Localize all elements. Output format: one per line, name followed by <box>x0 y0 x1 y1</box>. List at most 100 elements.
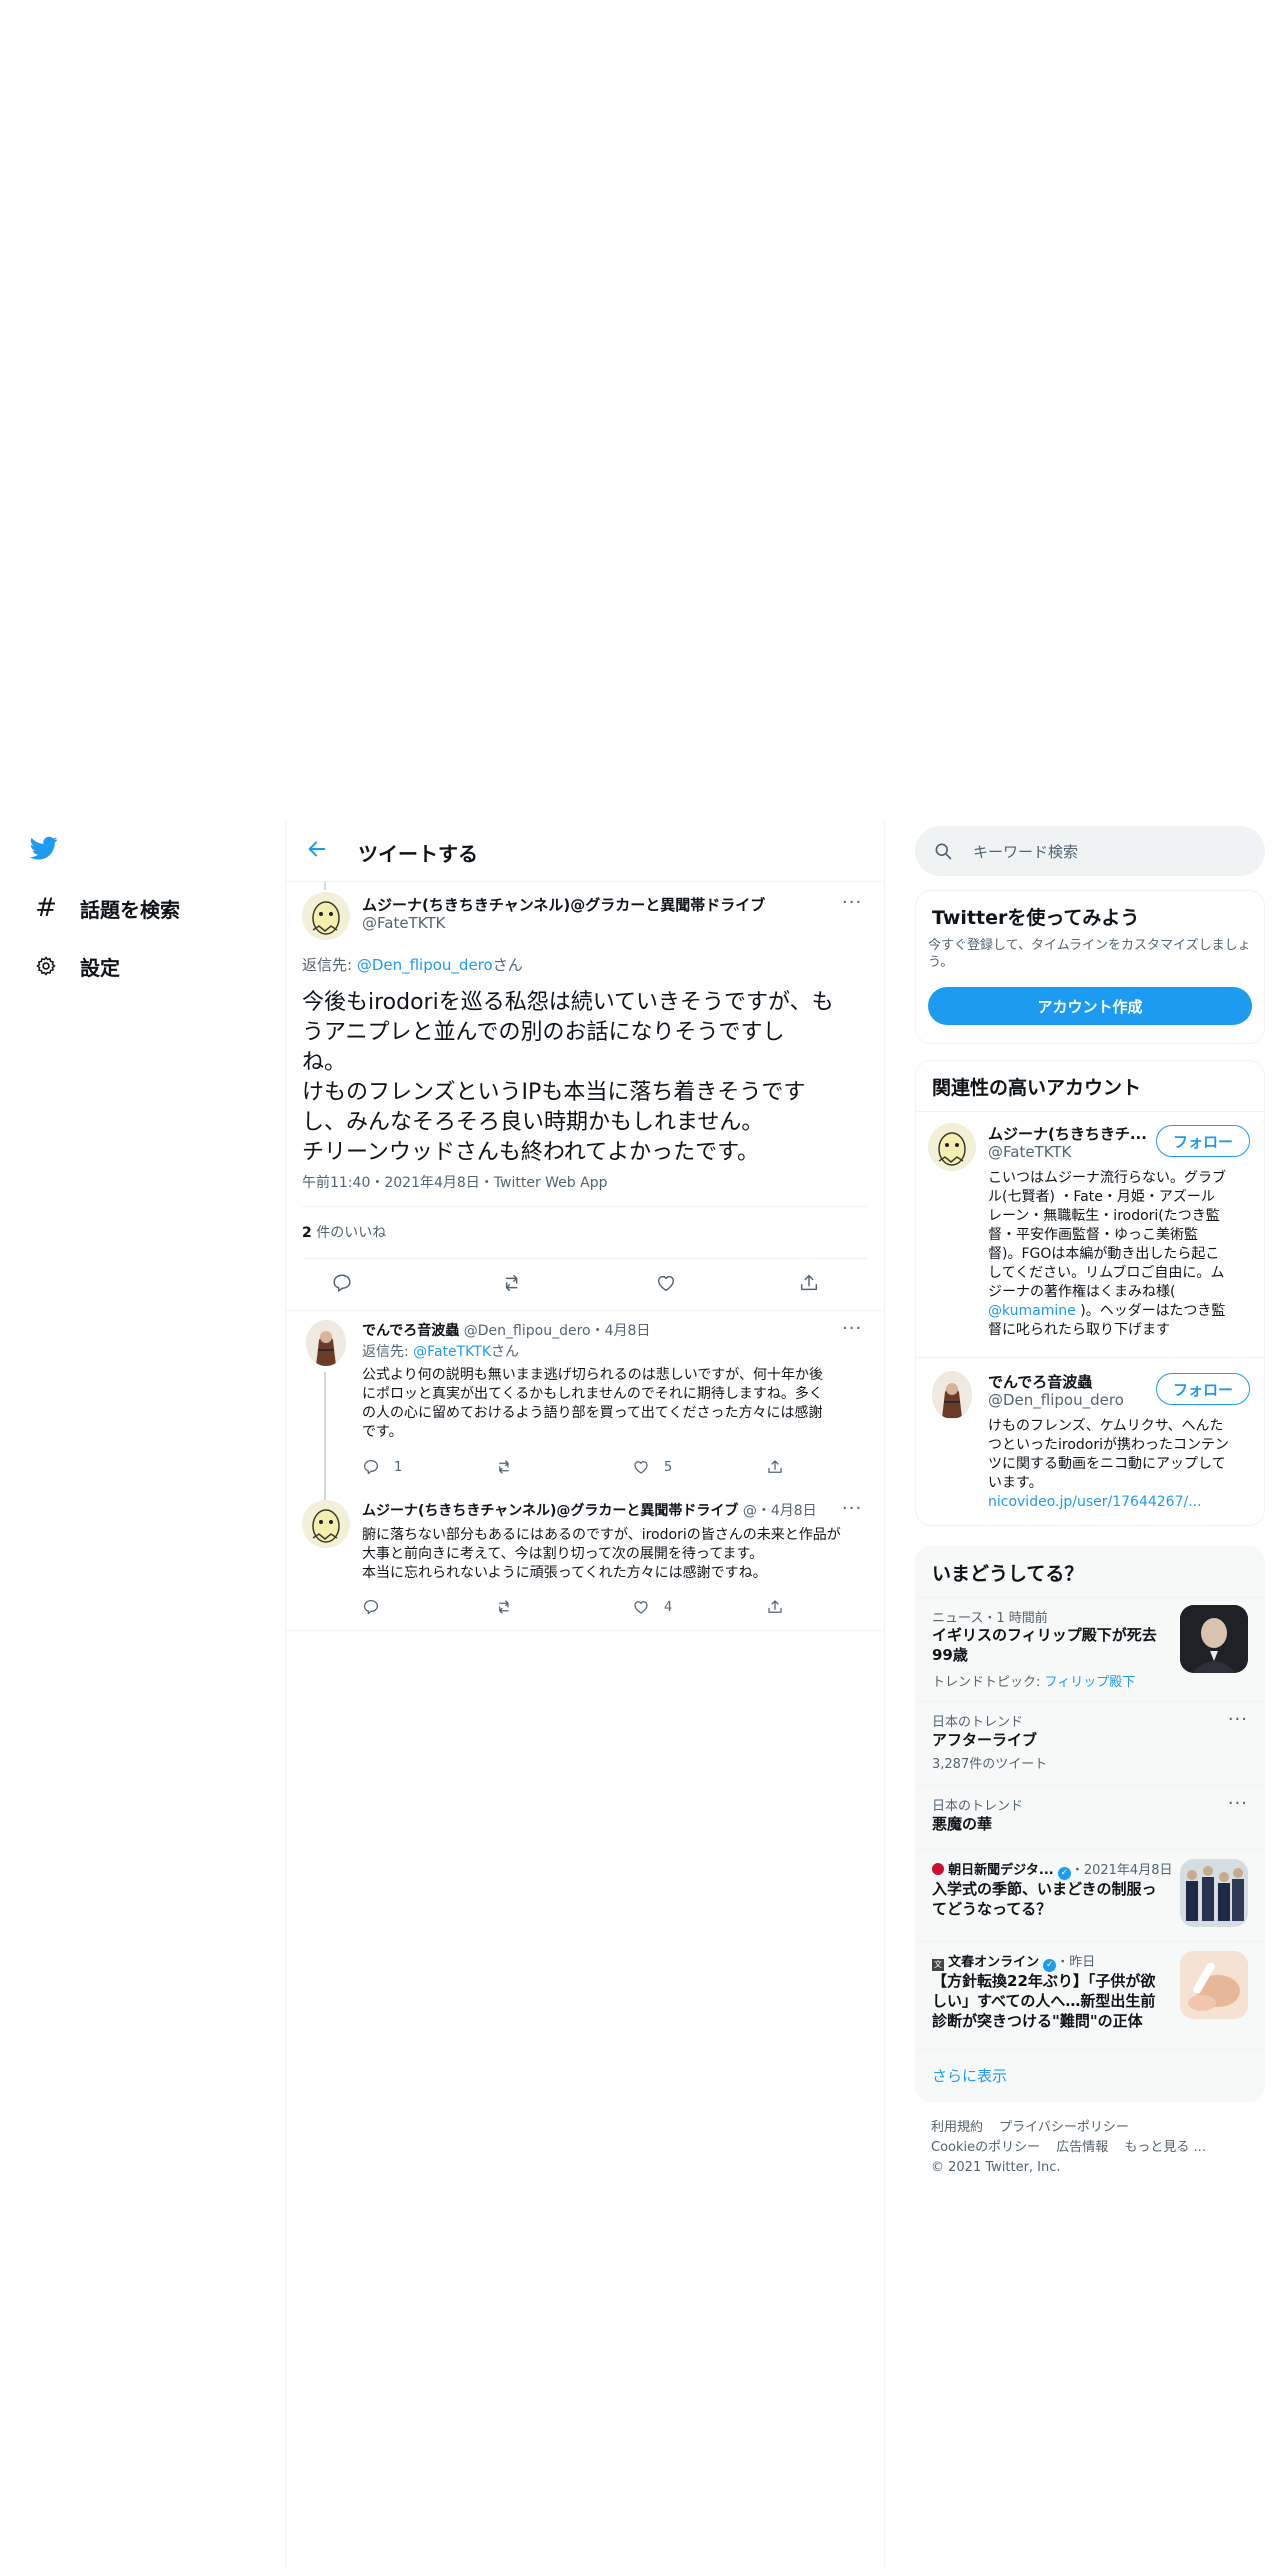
footer-link-more[interactable]: もっと見る ... <box>1124 2140 1206 2155</box>
search-input[interactable]: キーワード検索 <box>915 826 1265 876</box>
trend-item[interactable]: 朝日新聞デジタ... ✓ ・2021年4月8日 入学式の季節、いまどきの制服っ て… <box>916 1849 1264 1941</box>
reply-author-name[interactable]: ムジーナ(ちきちきチャンネル)@グラカーと異聞帯ドライブ <box>362 1503 738 1519</box>
retweet-icon <box>505 1274 518 1292</box>
divider <box>302 1206 868 1207</box>
like-count: 5 <box>664 1459 673 1475</box>
trend-item[interactable]: 日本のトレンド 悪魔の華 ··· <box>916 1785 1264 1849</box>
reply-to-link[interactable]: @FateTKTK <box>413 1344 491 1360</box>
account-name[interactable]: でんでろ音波蟲 <box>988 1371 1092 1392</box>
reply-to-line: 返信先: @Den_flipou_deroさん <box>302 954 523 975</box>
account-handle[interactable]: @FateTKTK <box>988 1143 1071 1161</box>
more-options-icon[interactable]: ··· <box>842 1498 862 1519</box>
gear-icon <box>34 954 58 978</box>
reply-author-name[interactable]: でんでろ音波蟲 <box>362 1323 459 1339</box>
signup-card: Twitterを使ってみよう 今すぐ登録して、タイムラインをカスタマイズしましょ… <box>915 890 1265 1044</box>
show-more-row[interactable]: さらに表示 <box>916 2049 1264 2101</box>
avatar[interactable] <box>306 1320 346 1366</box>
divider <box>286 1310 884 1311</box>
reply-header: でんでろ音波蟲 @Den_flipou_dero・4月8日 <box>362 1320 650 1340</box>
bio-mention-link[interactable]: @kumamine <box>988 1303 1076 1319</box>
reply-date[interactable]: ・4月8日 <box>757 1503 817 1519</box>
reply-date[interactable]: ・4月8日 <box>591 1323 651 1339</box>
tweet-text-line: し、みんなそろそろ良い時期かもしれません。 <box>302 1110 764 1135</box>
reply-to-link[interactable]: @Den_flipou_dero <box>357 956 493 974</box>
footer-link-cookies[interactable]: Cookieのポリシー <box>931 2140 1040 2155</box>
reply-text-line: 公式より何の説明も無いまま逃げ切られるのは悲しいですが、何十年か後 <box>362 1367 824 1383</box>
footer-link-privacy[interactable]: プライバシーポリシー <box>999 2120 1129 2135</box>
share-button[interactable] <box>766 1598 784 1616</box>
account-bio: けものフレンズ、ケムリクサ、へんた つといったirodoriが携わったコンテン … <box>988 1417 1229 1512</box>
divider <box>302 1258 868 1259</box>
related-accounts-card: 関連性の高いアカウント ムジーナ(ちきちきチ... @FateTKTK フォロー… <box>915 1060 1265 1526</box>
trends-title: いまどうしてる？ <box>932 1563 1084 1585</box>
signup-description: 今すぐ登録して、タイムラインをカスタマイズしましょ う。 <box>928 937 1251 971</box>
trend-name: アフターライブ <box>932 1731 1038 1749</box>
likes-number: 2 <box>302 1225 312 1241</box>
tweet-thread-column: ツイートする ムジーナ(ちきちきチャンネル)@グラカーと異聞帯ドライブ @Fat… <box>285 820 885 2568</box>
likes-count[interactable]: 2 件のいいね <box>302 1222 386 1242</box>
share-button[interactable] <box>766 1458 784 1476</box>
account-name[interactable]: ムジーナ(ちきちきチ... <box>988 1123 1147 1144</box>
copyright: © 2021 Twitter, Inc. <box>931 2160 1061 2175</box>
news-thumbnail <box>1180 1605 1248 1673</box>
show-more-link[interactable]: さらに表示 <box>932 2065 1007 2086</box>
trend-topic-link[interactable]: フィリップ殿下 <box>1045 1675 1136 1690</box>
nav-explore[interactable]: # 話題を検索 <box>34 888 180 928</box>
twitter-logo-icon[interactable] <box>28 834 64 864</box>
reply-button[interactable] <box>362 1598 394 1616</box>
share-button[interactable] <box>798 1272 820 1294</box>
retweet-button[interactable] <box>496 1458 528 1476</box>
avatar[interactable] <box>928 1123 976 1171</box>
news-source: 文春オンライン <box>948 1955 1040 1970</box>
follow-button[interactable]: フォロー <box>1156 1125 1250 1157</box>
share-icon <box>768 1460 782 1473</box>
hashtag-icon: # <box>35 893 57 923</box>
account-handle[interactable]: @Den_flipou_dero <box>988 1391 1124 1409</box>
reply-button[interactable] <box>331 1272 353 1294</box>
trend-headline-line: 99歳 <box>932 1646 968 1664</box>
create-account-button[interactable]: アカウント作成 <box>928 987 1252 1025</box>
trend-tweet-count: 3,287件のツイート <box>932 1757 1048 1772</box>
more-options-icon[interactable]: ··· <box>842 892 862 913</box>
news-headline-line: てどうなってる？ <box>932 1900 1052 1918</box>
bio-url-link[interactable]: nicovideo.jp/user/17644267/... <box>988 1493 1229 1512</box>
more-options-icon[interactable]: ··· <box>842 1318 862 1339</box>
divider <box>286 881 884 882</box>
source-logo-icon: 文 <box>932 1959 944 1971</box>
more-options-icon[interactable]: ··· <box>1228 1709 1248 1730</box>
signup-description-line: う。 <box>928 955 954 970</box>
avatar[interactable] <box>932 1371 972 1419</box>
news-thumbnail <box>1180 1859 1248 1927</box>
tweet-author-name[interactable]: ムジーナ(ちきちきチャンネル)@グラカーと異聞帯ドライブ <box>362 894 765 915</box>
nav-explore-label: 話題を検索 <box>80 897 180 922</box>
avatar[interactable] <box>302 892 350 940</box>
trend-item[interactable]: ニュース・1 時間前 イギリスのフィリップ殿下が死去 99歳 トレンドトピック:… <box>916 1597 1264 1701</box>
footer-link-ads[interactable]: 広告情報 <box>1056 2140 1108 2155</box>
avatar[interactable] <box>302 1500 350 1548</box>
like-button[interactable]: 5 <box>632 1458 672 1476</box>
like-button[interactable]: 4 <box>632 1598 672 1616</box>
follow-button[interactable]: フォロー <box>1156 1373 1250 1405</box>
reply-author-handle[interactable]: @Den_flipou_dero <box>464 1323 591 1339</box>
trend-item[interactable]: 文 文春オンライン ✓ ・昨日 【方針転換22年ぶり】「子供が欲 しい」すべての人… <box>916 1941 1264 2049</box>
tweet-author-handle[interactable]: @FateTKTK <box>362 914 445 932</box>
retweet-button[interactable] <box>502 1272 524 1294</box>
divider <box>916 1357 1264 1358</box>
retweet-button[interactable] <box>496 1598 528 1616</box>
reply-button[interactable]: 1 <box>362 1458 402 1476</box>
like-button[interactable] <box>655 1272 677 1294</box>
heart-icon <box>634 1461 648 1474</box>
divider <box>916 1111 1264 1112</box>
bio-line: こいつはムジーナ流行らない。グラブ <box>988 1170 1226 1186</box>
account-bio: こいつはムジーナ流行らない。グラブ ル(七賢者) ・Fate・月姫・アズール レ… <box>988 1169 1226 1340</box>
reply-author-handle[interactable]: @ <box>743 1503 757 1519</box>
trend-item[interactable]: 日本のトレンド アフターライブ 3,287件のツイート ··· <box>916 1701 1264 1785</box>
tweet-text-line: 今後もirodoriを巡る私怨は続いていきそうですが、も <box>302 990 834 1015</box>
signup-description-line: 今すぐ登録して、タイムラインをカスタマイズしましょ <box>928 938 1251 953</box>
reply-count: 1 <box>394 1459 403 1475</box>
more-options-icon[interactable]: ··· <box>1228 1793 1248 1814</box>
nav-settings[interactable]: 設定 <box>34 946 120 986</box>
footer-link-terms[interactable]: 利用規約 <box>931 2120 983 2135</box>
tweet-timestamp[interactable]: 午前11:40・2021年4月8日・Twitter Web App <box>302 1172 607 1192</box>
back-arrow-icon[interactable] <box>306 838 334 864</box>
